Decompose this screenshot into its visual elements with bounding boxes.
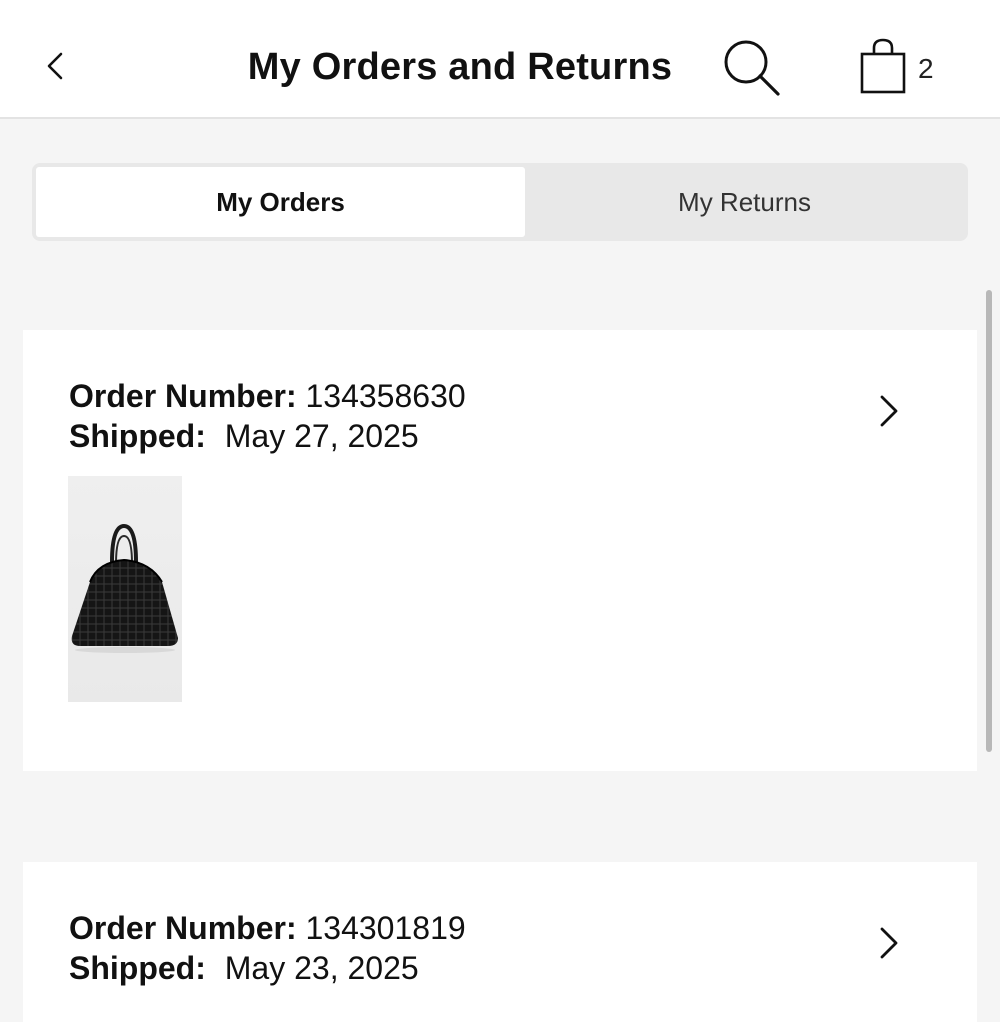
order-card[interactable]: Order Number: 134301819 Shipped: May 23,… bbox=[23, 862, 977, 1022]
shipped-label: Shipped: bbox=[69, 418, 206, 454]
order-number-row: Order Number: 134301819 bbox=[69, 908, 466, 948]
shipped-date: May 27, 2025 bbox=[224, 418, 419, 454]
shopping-bag-icon bbox=[860, 38, 906, 94]
bag-count-badge: 2 bbox=[918, 53, 934, 84]
order-number-label: Order Number: bbox=[69, 378, 297, 414]
orders-returns-tabs: My Orders My Returns bbox=[32, 163, 968, 241]
shipped-label: Shipped: bbox=[69, 950, 206, 986]
shopping-bag-button[interactable] bbox=[856, 36, 912, 100]
search-icon bbox=[724, 40, 780, 96]
shipped-row: Shipped: May 23, 2025 bbox=[69, 948, 419, 988]
product-thumbnail[interactable] bbox=[68, 476, 182, 702]
chevron-right-icon bbox=[880, 395, 898, 427]
order-number-label: Order Number: bbox=[69, 910, 297, 946]
shipped-row: Shipped: May 27, 2025 bbox=[69, 416, 419, 456]
order-details-chevron[interactable] bbox=[873, 922, 903, 964]
scrollbar[interactable] bbox=[986, 290, 992, 752]
search-button[interactable] bbox=[720, 36, 784, 100]
order-number-value: 134301819 bbox=[305, 910, 466, 946]
chevron-left-icon bbox=[47, 52, 63, 80]
order-details-chevron[interactable] bbox=[873, 390, 903, 432]
order-card[interactable]: Order Number: 134358630 Shipped: May 27,… bbox=[23, 330, 977, 771]
shipped-date: May 23, 2025 bbox=[224, 950, 419, 986]
top-nav-bar: My Orders and Returns 2 bbox=[0, 0, 1000, 119]
page-title: My Orders and Returns bbox=[247, 46, 673, 88]
tab-my-returns[interactable]: My Returns bbox=[525, 167, 964, 237]
order-number-value: 134358630 bbox=[305, 378, 466, 414]
chevron-right-icon bbox=[880, 927, 898, 959]
order-number-row: Order Number: 134358630 bbox=[69, 376, 466, 416]
back-button[interactable] bbox=[36, 44, 76, 88]
woven-tote-bag-image bbox=[71, 523, 178, 653]
tab-my-orders[interactable]: My Orders bbox=[36, 167, 525, 237]
